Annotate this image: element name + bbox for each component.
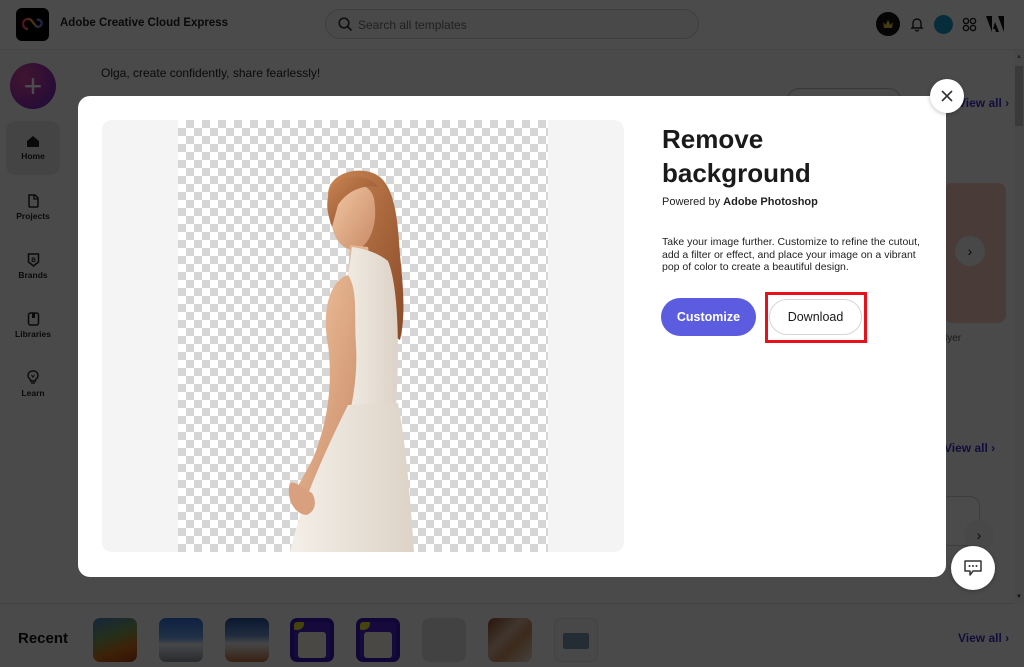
powered-by-text: Powered by Adobe Photoshop (662, 196, 818, 208)
remove-background-dialog: Remove background Powered by Adobe Photo… (78, 96, 946, 577)
cutout-subject-image (288, 170, 414, 552)
chat-bubble-icon (964, 560, 982, 576)
image-preview (102, 120, 624, 552)
dialog-title: Remove background (662, 124, 811, 188)
powered-by-prefix: Powered by (662, 196, 721, 208)
powered-by-brand: Adobe Photoshop (723, 196, 818, 208)
chat-help-button[interactable] (951, 546, 995, 590)
transparency-checkerboard (178, 120, 548, 552)
dialog-description: Take your image further. Customize to re… (662, 236, 920, 273)
close-dialog-button[interactable] (930, 79, 964, 113)
close-icon (941, 90, 953, 102)
customize-button[interactable]: Customize (661, 298, 756, 336)
download-button[interactable]: Download (769, 299, 862, 335)
